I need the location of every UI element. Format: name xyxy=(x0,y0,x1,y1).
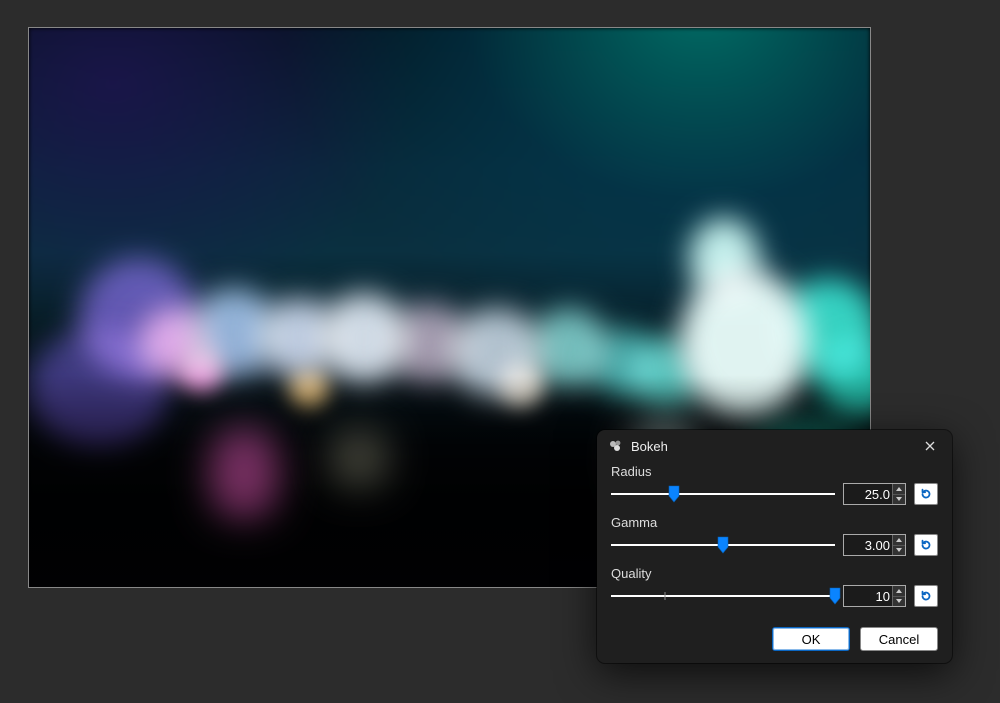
quality-slider[interactable] xyxy=(611,586,835,606)
quality-input[interactable] xyxy=(844,586,892,606)
radius-spinbox[interactable] xyxy=(843,483,906,505)
chevron-up-icon xyxy=(896,487,902,491)
gamma-label: Gamma xyxy=(611,515,938,530)
reset-icon xyxy=(919,538,933,552)
quality-tick xyxy=(664,592,665,600)
chevron-down-icon xyxy=(896,497,902,501)
gamma-slider-thumb[interactable] xyxy=(717,536,729,554)
quality-slider-thumb[interactable] xyxy=(829,587,841,605)
radius-slider[interactable] xyxy=(611,484,835,504)
quality-label: Quality xyxy=(611,566,938,581)
radius-input[interactable] xyxy=(844,484,892,504)
chevron-down-icon xyxy=(896,548,902,552)
close-button[interactable] xyxy=(918,436,942,456)
dialog-body: Radius xyxy=(597,460,952,621)
chevron-down-icon xyxy=(896,599,902,603)
reset-icon xyxy=(919,487,933,501)
close-icon xyxy=(925,441,935,451)
dialog-title: Bokeh xyxy=(631,439,918,454)
quality-spinbox[interactable] xyxy=(843,585,906,607)
radius-label: Radius xyxy=(611,464,938,479)
gamma-reset-button[interactable] xyxy=(914,534,938,556)
quality-reset-button[interactable] xyxy=(914,585,938,607)
reset-icon xyxy=(919,589,933,603)
radius-step-up[interactable] xyxy=(893,484,905,494)
radius-reset-button[interactable] xyxy=(914,483,938,505)
ok-button[interactable]: OK xyxy=(772,627,850,651)
bokeh-icon xyxy=(609,439,623,453)
chevron-up-icon xyxy=(896,538,902,542)
quality-step-down[interactable] xyxy=(893,596,905,607)
gamma-spinbox[interactable] xyxy=(843,534,906,556)
dialog-titlebar[interactable]: Bokeh xyxy=(597,430,952,460)
bokeh-dialog: Bokeh Radius xyxy=(597,430,952,663)
chevron-up-icon xyxy=(896,589,902,593)
cancel-button[interactable]: Cancel xyxy=(860,627,938,651)
dialog-footer: OK Cancel xyxy=(597,621,952,651)
gamma-slider[interactable] xyxy=(611,535,835,555)
gamma-step-down[interactable] xyxy=(893,545,905,556)
radius-slider-thumb[interactable] xyxy=(668,485,680,503)
param-quality: Quality xyxy=(611,566,938,607)
param-gamma: Gamma xyxy=(611,515,938,556)
param-radius: Radius xyxy=(611,464,938,505)
gamma-input[interactable] xyxy=(844,535,892,555)
gamma-step-up[interactable] xyxy=(893,535,905,545)
radius-step-down[interactable] xyxy=(893,494,905,505)
quality-step-up[interactable] xyxy=(893,586,905,596)
